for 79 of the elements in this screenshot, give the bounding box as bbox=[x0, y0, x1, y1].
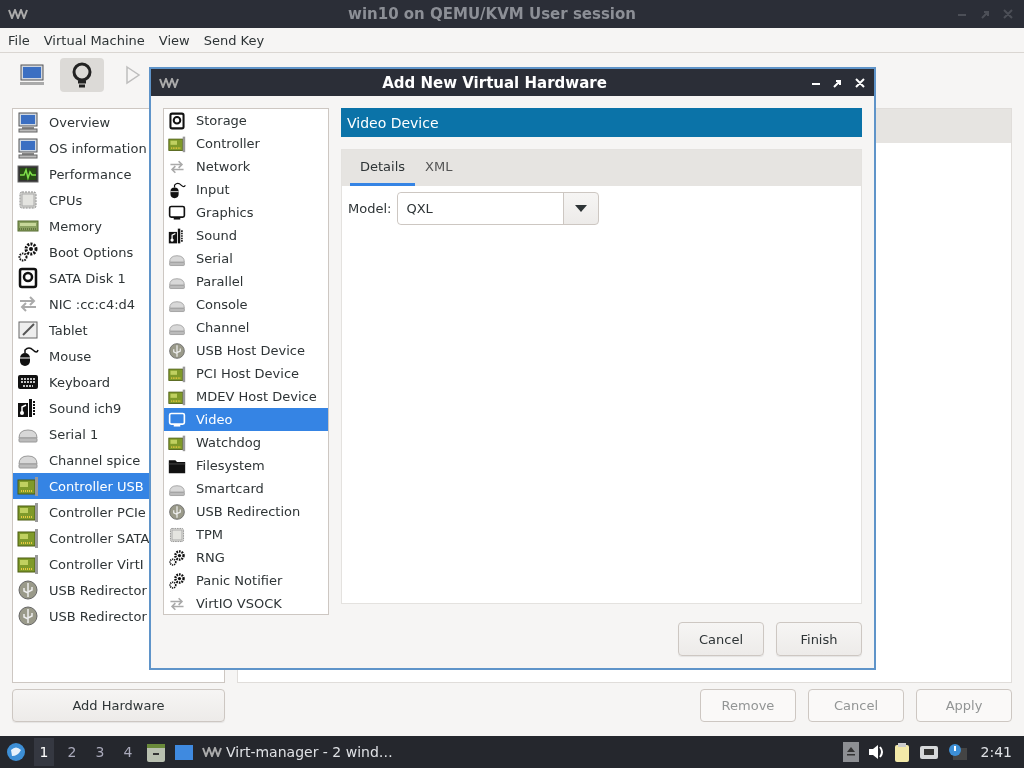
list-item[interactable]: MDEV Host Device bbox=[164, 385, 328, 408]
clipboard-icon[interactable] bbox=[892, 742, 911, 762]
add-hardware-button[interactable]: Add Hardware bbox=[12, 689, 225, 722]
list-item[interactable]: VirtIO VSOCK bbox=[164, 592, 328, 614]
monitor-icon bbox=[17, 111, 39, 133]
chart-icon bbox=[17, 163, 39, 185]
workspace-button[interactable]: 4 bbox=[118, 738, 138, 766]
workspace-button[interactable]: 3 bbox=[90, 738, 110, 766]
logo-icon bbox=[202, 747, 222, 757]
card-icon bbox=[168, 387, 186, 406]
list-item[interactable]: PCI Host Device bbox=[164, 362, 328, 385]
dialog-button[interactable]: Finish bbox=[776, 622, 862, 656]
list-item[interactable]: Network bbox=[164, 155, 328, 178]
list-item[interactable]: Input bbox=[164, 178, 328, 201]
taskbar-task[interactable]: Virt-manager - 2 wind… bbox=[202, 744, 393, 760]
card-icon bbox=[168, 134, 186, 153]
section-header: Video Device bbox=[341, 108, 862, 137]
model-dropdown[interactable]: QXL bbox=[397, 192, 600, 225]
file-cabinet-icon[interactable] bbox=[146, 742, 166, 762]
list-item[interactable]: Console bbox=[164, 293, 328, 316]
list-item[interactable]: Panic Notifier bbox=[164, 569, 328, 592]
card-icon bbox=[168, 364, 186, 383]
field-label: Model: bbox=[348, 201, 392, 216]
dialog-button[interactable]: Cancel bbox=[678, 622, 764, 656]
list-item[interactable]: Parallel bbox=[164, 270, 328, 293]
list-item[interactable]: Graphics bbox=[164, 201, 328, 224]
card-icon bbox=[168, 433, 186, 452]
menu-item[interactable]: File bbox=[8, 32, 30, 48]
workspace-button[interactable]: 1 bbox=[34, 738, 54, 766]
list-item[interactable]: Storage bbox=[164, 109, 328, 132]
screen-icon bbox=[168, 203, 186, 222]
gear-icon bbox=[17, 241, 39, 263]
usb-icon bbox=[17, 579, 39, 601]
gear-icon bbox=[168, 548, 186, 567]
list-item[interactable]: RNG bbox=[164, 546, 328, 569]
tablet-icon bbox=[17, 319, 39, 341]
window-controls-icon[interactable] bbox=[810, 76, 866, 89]
menu-item[interactable]: View bbox=[158, 32, 190, 48]
toolbar-button[interactable] bbox=[60, 57, 104, 92]
list-item[interactable]: Watchdog bbox=[164, 431, 328, 454]
speaker-icon[interactable] bbox=[866, 742, 885, 762]
card-icon bbox=[17, 527, 39, 549]
card-icon bbox=[17, 553, 39, 575]
clock: 2:41 bbox=[980, 744, 1012, 760]
list-item[interactable]: Sound bbox=[164, 224, 328, 247]
window-title: win10 on QEMU/KVM User session bbox=[347, 5, 637, 23]
list-item[interactable]: Video bbox=[164, 408, 328, 431]
sound-card-icon bbox=[168, 226, 186, 245]
usb-icon bbox=[168, 341, 186, 360]
chip-icon bbox=[168, 525, 186, 544]
tab[interactable]: XML bbox=[415, 150, 463, 186]
caret-icon bbox=[575, 205, 588, 212]
screen-icon bbox=[168, 410, 186, 429]
logo-icon bbox=[8, 9, 28, 19]
start-menu-icon[interactable] bbox=[6, 742, 26, 762]
list-item[interactable]: Serial bbox=[164, 247, 328, 270]
list-item[interactable]: USB Redirection bbox=[164, 500, 328, 523]
eject-icon[interactable] bbox=[842, 742, 859, 762]
logo-icon bbox=[159, 77, 179, 88]
menu-item[interactable]: Virtual Machine bbox=[43, 32, 145, 48]
menu-item[interactable]: Send Key bbox=[203, 32, 265, 48]
card-icon bbox=[17, 475, 39, 497]
tab[interactable]: Details bbox=[350, 150, 416, 186]
list-item[interactable]: TPM bbox=[164, 523, 328, 546]
list-item[interactable]: USB Host Device bbox=[164, 339, 328, 362]
usb-icon bbox=[17, 605, 39, 627]
list-item[interactable]: Channel bbox=[164, 316, 328, 339]
mouse-icon bbox=[17, 345, 39, 367]
workspace-button[interactable]: 2 bbox=[62, 738, 82, 766]
list-item[interactable]: Controller bbox=[164, 132, 328, 155]
window-icon[interactable] bbox=[174, 742, 194, 762]
notification-icon[interactable] bbox=[946, 742, 967, 762]
chip-icon bbox=[17, 189, 39, 211]
usb-icon bbox=[168, 502, 186, 521]
monitor-icon bbox=[17, 137, 39, 159]
card-icon bbox=[17, 501, 39, 523]
mouse-icon bbox=[168, 180, 186, 199]
gear-icon bbox=[168, 571, 186, 590]
dialog-title: Add New Virtual Hardware bbox=[381, 73, 608, 92]
